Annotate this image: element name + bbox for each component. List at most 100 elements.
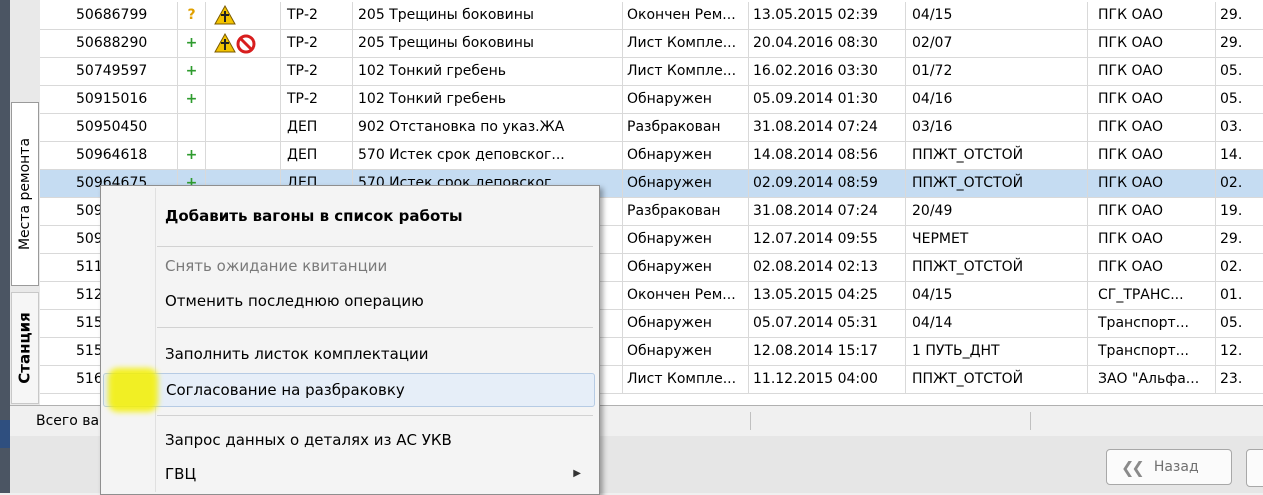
table-cell-date: 12.07.2014 09:55 bbox=[749, 226, 906, 253]
table-row[interactable]: 50688290 + ТР-2 205 Трещины боковины Лист Ко… bbox=[40, 30, 1263, 58]
table-cell-defect: 205 Трещины боковины bbox=[353, 2, 623, 29]
table-cell-date: 05.09.2014 01:30 bbox=[749, 86, 906, 113]
table-cell-date: 11.12.2015 04:00 bbox=[749, 366, 906, 393]
table-row[interactable]: 50950450 ДЕП 902 Отстановка по указ.ЖА Разб… bbox=[40, 114, 1263, 142]
table-cell-date: 31.08.2014 07:24 bbox=[749, 114, 906, 141]
table-cell-last: 03. bbox=[1220, 119, 1243, 135]
table-cell-place: 04/15 bbox=[906, 282, 1088, 309]
table-cell-place: 1 ПУТЬ_ДНТ bbox=[906, 338, 1088, 365]
table-cell-icons bbox=[206, 86, 281, 113]
table-cell-id: 50749597 bbox=[70, 58, 178, 85]
table-row[interactable]: 50749597 + ТР-2 102 Тонкий гребень Лист Комп… bbox=[40, 58, 1263, 86]
menu-separator bbox=[157, 246, 593, 247]
table-cell-id: 50950450 bbox=[70, 114, 178, 141]
menu-item-fill-completion-sheet[interactable]: Заполнить листок комплектации bbox=[103, 337, 595, 371]
table-cell-last: 12. bbox=[1220, 343, 1243, 359]
table-cell-status: Окончен Рем... bbox=[623, 2, 749, 29]
menu-item-add-wagons[interactable]: Добавить вагоны в список работы bbox=[103, 199, 595, 233]
table-cell-owner: ЗАО "Альфа... bbox=[1088, 366, 1216, 393]
table-cell-status: Обнаружен bbox=[623, 142, 749, 169]
table-cell-type: ТР-2 bbox=[281, 2, 353, 29]
menu-separator bbox=[157, 327, 593, 328]
table-cell-icons bbox=[206, 2, 281, 29]
table-cell-date: 13.05.2015 04:25 bbox=[749, 282, 906, 309]
table-cell-date: 02.08.2014 02:13 bbox=[749, 254, 906, 281]
table-cell-id: 50915016 bbox=[70, 86, 178, 113]
table-row[interactable]: 50915016 + ТР-2 102 Тонкий гребень Обнаружен… bbox=[40, 86, 1263, 114]
table-cell-owner: Транспорт... bbox=[1088, 310, 1216, 337]
table-cell-last: 14. bbox=[1220, 147, 1243, 163]
table-cell-place: 03/16 bbox=[906, 114, 1088, 141]
table-cell-mark bbox=[178, 114, 206, 141]
table-cell-id: 50686799 bbox=[70, 2, 178, 29]
table-cell-owner: ПГК ОАО bbox=[1088, 58, 1216, 85]
table-cell-date: 20.04.2016 08:30 bbox=[749, 30, 906, 57]
table-cell-mark: + bbox=[178, 142, 206, 169]
back-button[interactable]: ❮❮ Назад bbox=[1106, 449, 1232, 485]
table-cell-place: ППЖТ_ОТСТОЙ bbox=[906, 366, 1088, 393]
table-cell-place: ППЖТ_ОТСТОЙ bbox=[906, 170, 1088, 197]
table-cell-defect: 205 Трещины боковины bbox=[353, 30, 623, 57]
menu-item-approve-culling[interactable]: Согласование на разбраковку bbox=[103, 373, 595, 407]
table-cell-icons bbox=[206, 30, 281, 57]
table-cell-status: Лист Компле... bbox=[623, 366, 749, 393]
table-cell-last: 19. bbox=[1220, 203, 1243, 219]
marker-highlight bbox=[108, 368, 158, 412]
table-cell-owner: ПГК ОАО bbox=[1088, 170, 1216, 197]
table-cell-defect: 902 Отстановка по указ.ЖА bbox=[353, 114, 623, 141]
table-cell-type: ТР-2 bbox=[281, 86, 353, 113]
table-cell-defect: 570 Истек срок деповског... bbox=[353, 142, 623, 169]
table-cell-status: Лист Компле... bbox=[623, 58, 749, 85]
table-cell-defect: 102 Тонкий гребень bbox=[353, 58, 623, 85]
menu-item-request-parts-data[interactable]: Запрос данных о деталях из АС УКВ bbox=[103, 423, 595, 457]
table-cell-date: 16.02.2016 03:30 bbox=[749, 58, 906, 85]
table-cell-owner: ПГК ОАО bbox=[1088, 114, 1216, 141]
table-cell-place: 04/16 bbox=[906, 86, 1088, 113]
table-cell-mark: + bbox=[178, 86, 206, 113]
table-row[interactable]: 50686799? ТР-2 205 Трещины боковины Окончен… bbox=[40, 2, 1263, 30]
next-button[interactable] bbox=[1246, 449, 1263, 487]
table-cell-status: Обнаружен bbox=[623, 254, 749, 281]
menu-item-gvc[interactable]: ГВЦ ▶ bbox=[103, 457, 595, 491]
table-cell-owner: ПГК ОАО bbox=[1088, 254, 1216, 281]
context-menu: Добавить вагоны в список работы Снять ож… bbox=[100, 185, 600, 495]
table-cell-status: Обнаружен bbox=[623, 338, 749, 365]
table-cell-place: 20/49 bbox=[906, 198, 1088, 225]
menu-item-undo-last-operation[interactable]: Отменить последнюю операцию bbox=[103, 284, 595, 318]
table-cell-owner: ПГК ОАО bbox=[1088, 226, 1216, 253]
table-cell-icons bbox=[206, 114, 281, 141]
table-cell-place: 01/72 bbox=[906, 58, 1088, 85]
table-cell-place: ЧЕРМЕТ bbox=[906, 226, 1088, 253]
table-cell-place: 04/15 bbox=[906, 2, 1088, 29]
table-cell-icons bbox=[206, 142, 281, 169]
table-cell-id: 50964618 bbox=[70, 142, 178, 169]
table-row[interactable]: 50964618 + ДЕП 570 Истек срок деповског... О… bbox=[40, 142, 1263, 170]
table-cell-last: 29. bbox=[1220, 7, 1243, 23]
window-edge-accent bbox=[0, 420, 10, 448]
table-cell-last: 05. bbox=[1220, 315, 1243, 331]
total-wagons-label: Всего ва bbox=[36, 413, 100, 429]
tab-repair-places-label: Места ремонта bbox=[17, 137, 33, 251]
table-cell-owner: ПГК ОАО bbox=[1088, 30, 1216, 57]
table-cell-owner: ПГК ОАО bbox=[1088, 198, 1216, 225]
table-cell-type: ТР-2 bbox=[281, 30, 353, 57]
tab-station-label: Станция bbox=[16, 312, 35, 384]
table-cell-last: 23. bbox=[1220, 371, 1243, 387]
prohibited-icon bbox=[236, 34, 256, 54]
table-cell-last: 29. bbox=[1220, 35, 1243, 51]
table-cell-status: Окончен Рем... bbox=[623, 282, 749, 309]
table-cell-date: 02.09.2014 08:59 bbox=[749, 170, 906, 197]
tab-repair-places[interactable]: Места ремонта bbox=[11, 102, 39, 286]
table-cell-type: ДЕП bbox=[281, 114, 353, 141]
status-divider bbox=[750, 412, 751, 430]
tab-station[interactable]: Станция bbox=[11, 292, 39, 404]
table-cell-owner: ПГК ОАО bbox=[1088, 142, 1216, 169]
table-cell-place: ППЖТ_ОТСТОЙ bbox=[906, 254, 1088, 281]
table-cell-last: 05. bbox=[1220, 91, 1243, 107]
table-cell-mark: + bbox=[178, 58, 206, 85]
table-cell-icons bbox=[206, 58, 281, 85]
warning-icon bbox=[214, 33, 236, 53]
table-cell-last: 02. bbox=[1220, 175, 1243, 191]
table-cell-status: Обнаружен bbox=[623, 170, 749, 197]
table-cell-mark: ? bbox=[178, 2, 206, 29]
